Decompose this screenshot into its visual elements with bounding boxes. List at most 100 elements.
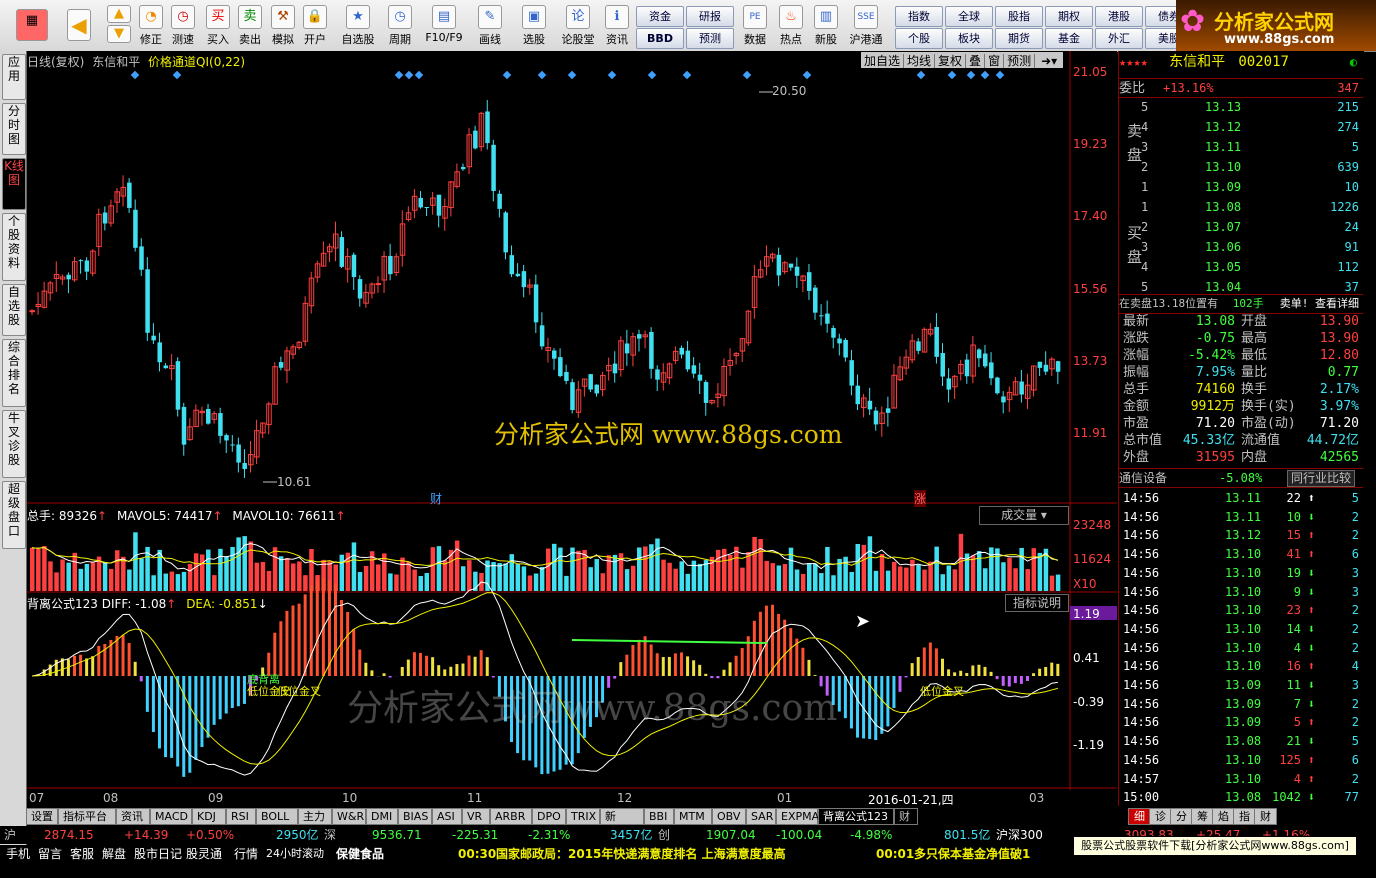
indicator-tab[interactable]: BBI (644, 808, 674, 825)
indicator-tab[interactable]: 资讯 (116, 808, 150, 825)
sh-index[interactable]: 2874.15 (44, 826, 94, 844)
buy-level[interactable]: 1 13.08 1226 (1119, 198, 1363, 216)
quote-tab[interactable]: 诊 (1149, 808, 1172, 825)
indicator-tab[interactable]: 设置 (26, 808, 58, 825)
tab-level2[interactable]: 超级盘口 (2, 481, 26, 549)
event-marker[interactable] (502, 70, 512, 80)
buy-level[interactable]: 2 13.07 24 (1119, 218, 1363, 236)
hot-button[interactable]: ♨ 热点 (776, 3, 806, 49)
event-marker[interactable] (567, 70, 577, 80)
indicator-tab[interactable]: 财 (894, 808, 918, 825)
indicator-tab[interactable]: OBV (712, 808, 746, 825)
volume-select[interactable]: 成交量 ▾ (979, 506, 1069, 525)
indicator-help-button[interactable]: 指标说明 (1005, 594, 1069, 612)
finance-marker[interactable]: 财 (430, 490, 442, 507)
quote-tab[interactable]: 焰 (1212, 808, 1235, 825)
event-marker[interactable] (172, 70, 182, 80)
tab-apps[interactable]: 应用 (2, 54, 26, 100)
open-account-button[interactable]: 🔒 开户 (300, 3, 330, 49)
bottom-item[interactable]: 解盘 (102, 845, 126, 863)
btn-stock-index[interactable]: 股指 (995, 6, 1043, 27)
sell-order-alert[interactable]: 在卖盘13.18位置有 102手 卖单! 查看详细 (1119, 294, 1363, 314)
rise-marker[interactable]: 涨 (914, 490, 927, 507)
indicator-tab[interactable]: EXPMA (776, 808, 819, 825)
industry-compare-button[interactable]: 同行业比较 (1286, 470, 1355, 487)
quote-tab[interactable]: 指 (1233, 808, 1256, 825)
indicator-tab[interactable]: MACD (150, 808, 192, 825)
event-marker[interactable] (647, 70, 657, 80)
btn-index[interactable]: 指数 (895, 6, 943, 27)
sell-level[interactable]: 5 13.13 215 (1119, 98, 1363, 116)
event-marker[interactable] (995, 70, 1005, 80)
pick-stock-button[interactable]: ▣ 选股 (516, 3, 552, 49)
indicator-tab[interactable]: DMI (366, 808, 398, 825)
tab-intraday[interactable]: 分时图 (2, 103, 26, 155)
news-ticker-2[interactable]: 国家邮政局：2015年快递满意度排名 上海满意度最高 (496, 845, 786, 863)
simulate-button[interactable]: ⚒ 模拟 (268, 3, 298, 49)
quote-tab[interactable]: 分 (1170, 808, 1193, 825)
btn-fund[interactable]: 基金 (1045, 28, 1093, 49)
alert-link[interactable]: 卖单! 查看详细 (1280, 295, 1359, 313)
tab-stock-info[interactable]: 个股资料 (2, 213, 26, 281)
indicator-tab[interactable]: DPO (532, 808, 566, 825)
indicator-tab[interactable]: BOLL (256, 808, 298, 825)
quote-tab[interactable]: 财 (1254, 808, 1277, 825)
indicator-tab[interactable]: 背离公式123 (818, 808, 894, 825)
fix-button[interactable]: ◔ 修正 (136, 3, 166, 49)
indicator-tab[interactable]: BIAS (398, 808, 432, 825)
btn-hk[interactable]: 港股 (1095, 6, 1143, 27)
event-marker[interactable] (802, 70, 812, 80)
bottom-item[interactable]: 客服 (70, 845, 94, 863)
quote-tab[interactable]: 筹 (1191, 808, 1214, 825)
btn-futures[interactable]: 期货 (995, 28, 1043, 49)
event-marker[interactable] (607, 70, 617, 80)
buy-button[interactable]: 买买入 (204, 3, 232, 49)
hk-connect-button[interactable]: SSE 沪港通 (846, 3, 886, 49)
event-marker[interactable] (414, 70, 424, 80)
event-marker[interactable] (130, 70, 140, 80)
news-button[interactable]: ℹ 资讯 (602, 3, 632, 49)
indicator-tab[interactable]: TRIX (566, 808, 600, 825)
indicator-tab[interactable]: SAR (746, 808, 776, 825)
bottom-item[interactable]: 24小时滚动 (266, 845, 324, 863)
updown-button[interactable]: ▲ ▼ (104, 3, 134, 49)
back-button[interactable]: ◀ (62, 3, 96, 49)
bottom-item[interactable]: 股市日记 (134, 845, 182, 863)
btn-global[interactable]: 全球 (945, 6, 993, 27)
cy-index[interactable]: 1907.04 (706, 826, 756, 844)
bottom-item[interactable]: 股灵通 (186, 845, 222, 863)
indicator-tab[interactable]: ARBR (490, 808, 532, 825)
event-marker[interactable] (682, 70, 692, 80)
event-marker[interactable] (916, 70, 926, 80)
btn-research[interactable]: 研报 (686, 6, 734, 27)
event-marker[interactable] (742, 70, 752, 80)
btn-capital[interactable]: 资金 (636, 6, 684, 27)
sz-index[interactable]: 9536.71 (372, 826, 422, 844)
watchlist-button[interactable]: ★ 自选股 (338, 3, 378, 49)
event-marker[interactable] (394, 70, 404, 80)
sell-level[interactable]: 2 13.10 639 (1119, 158, 1363, 176)
bottom-item[interactable]: 留言 (38, 845, 62, 863)
kline-chart-panel[interactable]: 日线(复权) 东信和平 价格通道QI(0,22) 加自选 均线 复权叠窗预测 ➜▾ 2… (27, 51, 1117, 807)
btn-forecast[interactable]: 预测 (686, 28, 734, 49)
sell-level[interactable]: 3 13.11 5 (1119, 138, 1363, 156)
color-wheel-icon[interactable]: ◐ (1350, 53, 1357, 71)
data-button[interactable]: PE 数据 (740, 3, 770, 49)
news-ticker-1[interactable]: 保健食品 (336, 845, 384, 863)
tab-ranking[interactable]: 综合排名 (2, 339, 26, 407)
btn-bbd[interactable]: BBD (636, 28, 684, 49)
event-marker[interactable] (947, 70, 957, 80)
forum-button[interactable]: 论论股堂 (558, 3, 598, 49)
event-marker[interactable] (537, 70, 547, 80)
indicator-tab[interactable]: 新DMA (600, 808, 644, 838)
event-marker[interactable] (980, 70, 990, 80)
tab-diagnose[interactable]: 牛叉诊股 (2, 410, 26, 478)
btn-sector[interactable]: 板块 (945, 28, 993, 49)
sell-level[interactable]: 1 13.09 10 (1119, 178, 1363, 196)
ipo-button[interactable]: ▥ 新股 (810, 3, 842, 49)
home-button[interactable]: ▦ (10, 3, 54, 49)
bottom-item[interactable]: 行情 (234, 845, 258, 863)
indicator-tab[interactable]: RSI (226, 808, 256, 825)
f10-button[interactable]: ▤ F10/F9 (422, 3, 466, 49)
ad-tooltip[interactable]: 股票公式股票软件下载[分析家公式网www.88gs.com] (1073, 836, 1357, 856)
